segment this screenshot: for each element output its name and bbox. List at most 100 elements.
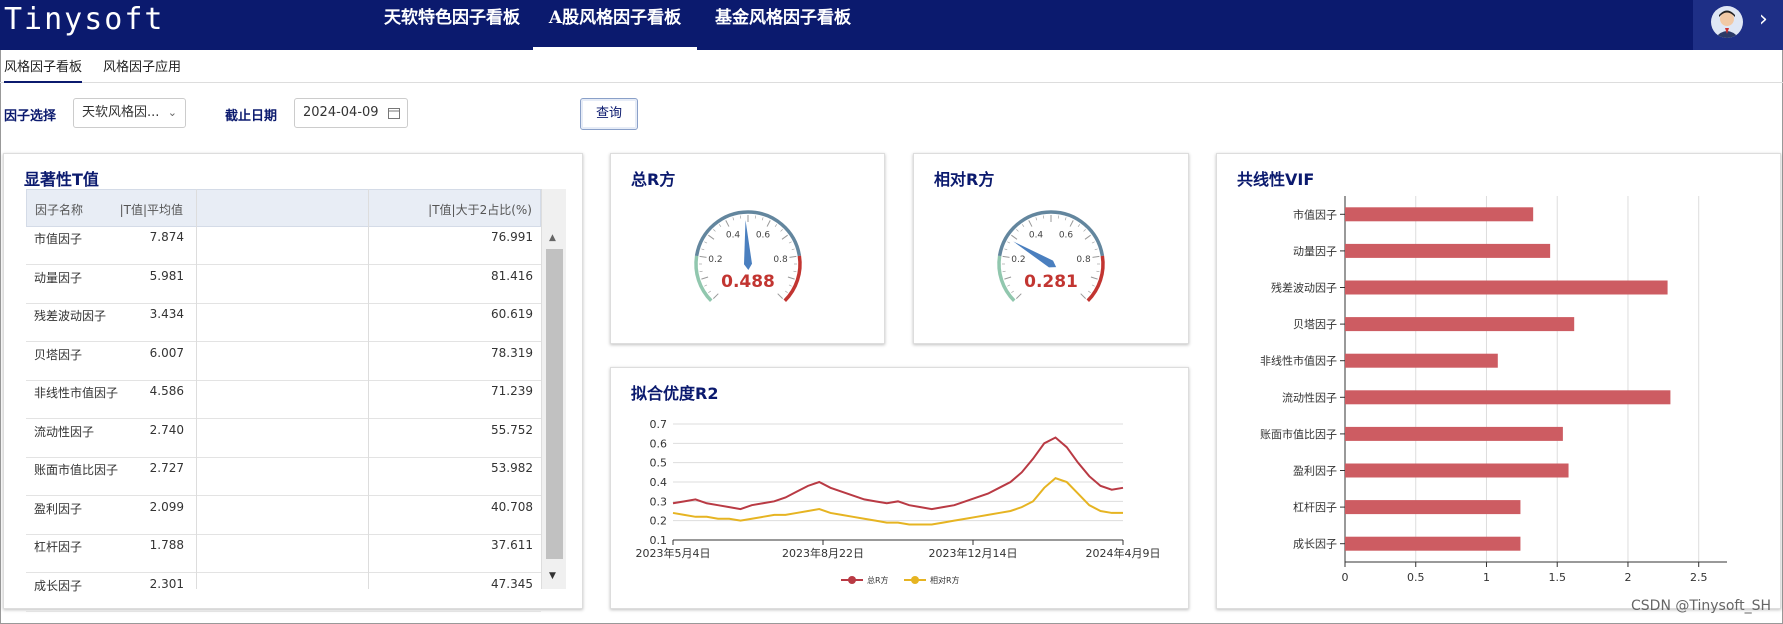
date-picker[interactable]: 2024-04-09 (294, 98, 408, 128)
r2-y-tick-label: 0.2 (650, 515, 668, 528)
subtab-factor-application[interactable]: 风格因子应用 (103, 56, 181, 83)
header-factor-name: 因子名称 (35, 203, 84, 217)
table-row[interactable]: 杠杆因子 1.788 37.611 (26, 535, 541, 573)
nav-tab-tinysoft-factors[interactable]: 天软特色因子看板 (372, 5, 532, 50)
header-t-ratio: |T值|大于2占比(%) (428, 203, 532, 217)
cell-factor-name: 贝塔因子 (34, 347, 83, 362)
table-row[interactable]: 流动性因子 2.740 55.752 (26, 420, 541, 458)
vif-y-tick-label: 非线性市值因子 (1260, 354, 1337, 368)
total-gauge-tick (713, 229, 716, 232)
user-menu[interactable]: › (1693, 0, 1783, 50)
r2-line-chart: 0.1 0.2 0.3 0.4 0.5 0.6 0.7 2023年5月4日 2023年8月22日… (636, 418, 1161, 585)
relative-gauge-tick (1007, 241, 1011, 244)
table-row[interactable]: 动量因子 5.981 81.416 (26, 266, 541, 304)
header-t-mean: |T值|平均值 (119, 203, 183, 217)
table-scrollbar[interactable]: ▲ ▼ (541, 189, 566, 589)
cell-t-ratio: 78.319 (491, 345, 533, 360)
cell-t-mean: 2.727 (149, 461, 184, 475)
avatar[interactable] (1711, 6, 1743, 38)
relative-gauge-tick (1094, 248, 1098, 251)
table-row[interactable]: 残差波动因子 3.434 60.619 (26, 304, 541, 342)
r2-legend-marker (848, 576, 856, 584)
relative-gauge-tick (1064, 217, 1067, 221)
vif-bar (1345, 390, 1671, 405)
table-row[interactable]: 盈利因子 2.099 40.708 (26, 497, 541, 535)
relative-gauge-tick (1021, 224, 1025, 227)
relative-gauge-tick (1083, 229, 1086, 232)
total-gauge-value: 0.488 (721, 272, 775, 292)
relative-gauge-tick (1088, 290, 1091, 294)
table-row[interactable]: 成长因子 2.301 47.345 (26, 574, 541, 612)
total-gauge-tick-label: 0.4 (726, 231, 741, 241)
relative-gauge-tick (1004, 276, 1012, 280)
r2-legend-label[interactable]: 总R方 (867, 575, 889, 585)
vif-y-tick-label: 市值因子 (1293, 207, 1337, 221)
r2-legend-label[interactable]: 相对R方 (930, 575, 960, 585)
scroll-down-icon[interactable]: ▼ (549, 571, 556, 581)
total-gauge-tick (780, 229, 783, 232)
total-gauge-tick (708, 234, 715, 240)
vif-x-tick-label: 0 (1342, 571, 1349, 584)
cell-t-ratio: 76.991 (491, 230, 533, 244)
table-row[interactable]: 市值因子 7.874 76.991 (26, 227, 541, 265)
vif-panel: 共线性VIF 0 0.5 1 1.5 2 2.5 市值因子 动量因子 残差波动因子 贝塔因子 非线性… (1216, 153, 1781, 609)
vif-bar (1345, 317, 1575, 332)
subtab-factor-board[interactable]: 风格因子看板 (4, 56, 83, 83)
relative-gauge-tick (1080, 293, 1087, 300)
total-gauge-tick (766, 220, 771, 227)
relative-r2-panel: 相对R方 0.2 0.4 0.6 0.8 0.281 (913, 153, 1189, 344)
vif-y-tick-label: 账面市值比因子 (1260, 427, 1337, 441)
relative-gauge-tick (1091, 241, 1095, 244)
r2-legend-marker (911, 576, 919, 584)
total-r2-panel: 总R方 0.2 0.4 0.6 0.8 0.488 (610, 153, 885, 344)
query-button[interactable]: 查询 (580, 98, 638, 130)
total-r2-gauge: 0.2 0.4 0.6 0.8 0.488 (694, 210, 802, 303)
table-row[interactable]: 非线性市值因子 4.586 71.239 (26, 381, 541, 419)
chevron-right-icon[interactable]: › (1759, 7, 1768, 32)
total-r2-title: 总R方 (631, 170, 676, 189)
vif-bar (1345, 426, 1563, 441)
cell-t-ratio: 71.239 (491, 384, 533, 398)
total-gauge-tick (781, 234, 788, 240)
vif-bar (1345, 207, 1534, 222)
cell-t-ratio: 37.611 (491, 538, 533, 552)
total-gauge-tick (789, 255, 797, 258)
table-row[interactable]: 贝塔因子 6.007 78.319 (26, 343, 541, 381)
r2-y-tick-label: 0.3 (650, 495, 668, 508)
r2-y-tick-label: 0.7 (650, 418, 668, 431)
relative-gauge-tick-label: 0.4 (1029, 231, 1044, 241)
cell-t-mean: 1.788 (149, 538, 184, 552)
table-row[interactable]: 账面市值比因子 2.727 53.982 (26, 458, 541, 496)
r2-series-0 (672, 436, 1124, 511)
total-gauge-tick-label: 0.6 (756, 231, 771, 241)
vif-y-tick-label: 流动性因子 (1282, 390, 1337, 404)
scroll-up-icon[interactable]: ▲ (549, 233, 556, 243)
tvalue-panel: 显著性T值 因子名称 |T值|平均值 |T值|大于2占比(%) 市值因子 7.87… (3, 153, 583, 612)
relative-gauge-tick (1011, 290, 1014, 294)
vif-bar-chart: 0 0.5 1 1.5 2 2.5 市值因子动量因子残差波动因子贝塔因子非线性市值因子流动性… (1260, 196, 1727, 584)
r2-y-tick-label: 0.5 (650, 457, 668, 470)
relative-r2-title: 相对R方 (934, 170, 995, 189)
nav-tab-fund-factors[interactable]: 基金风格因子看板 (703, 5, 863, 50)
vif-bar (1345, 536, 1521, 551)
cell-factor-name: 动量因子 (34, 270, 83, 285)
r2-y-tick-label: 0.6 (650, 437, 668, 450)
cell-t-mean: 2.099 (149, 499, 184, 514)
cell-t-ratio: 81.416 (491, 268, 533, 283)
scrollbar-thumb[interactable] (546, 249, 563, 559)
total-gauge-tick (777, 293, 784, 300)
total-gauge-tick (718, 224, 722, 227)
relative-gauge-value: 0.281 (1024, 272, 1078, 292)
vif-bar (1345, 243, 1551, 258)
vif-bar (1345, 500, 1521, 515)
nav-tab-a-share-factors[interactable]: A股风格因子看板 (533, 5, 697, 50)
vif-x-tick-label: 1 (1483, 571, 1490, 584)
total-gauge-tick (712, 293, 719, 300)
sub-tabs: 风格因子看板 风格因子应用 (0, 50, 1783, 83)
factor-select-value: 天软风格因... (82, 105, 160, 120)
table-header: 因子名称 |T值|平均值 |T值|大于2占比(%) (26, 189, 541, 227)
cell-t-mean: 2.740 (149, 422, 184, 437)
relative-gauge-tick (1077, 224, 1081, 227)
factor-select[interactable]: 天软风格因... ⌄ (73, 98, 186, 128)
total-gauge-tick (774, 224, 778, 227)
